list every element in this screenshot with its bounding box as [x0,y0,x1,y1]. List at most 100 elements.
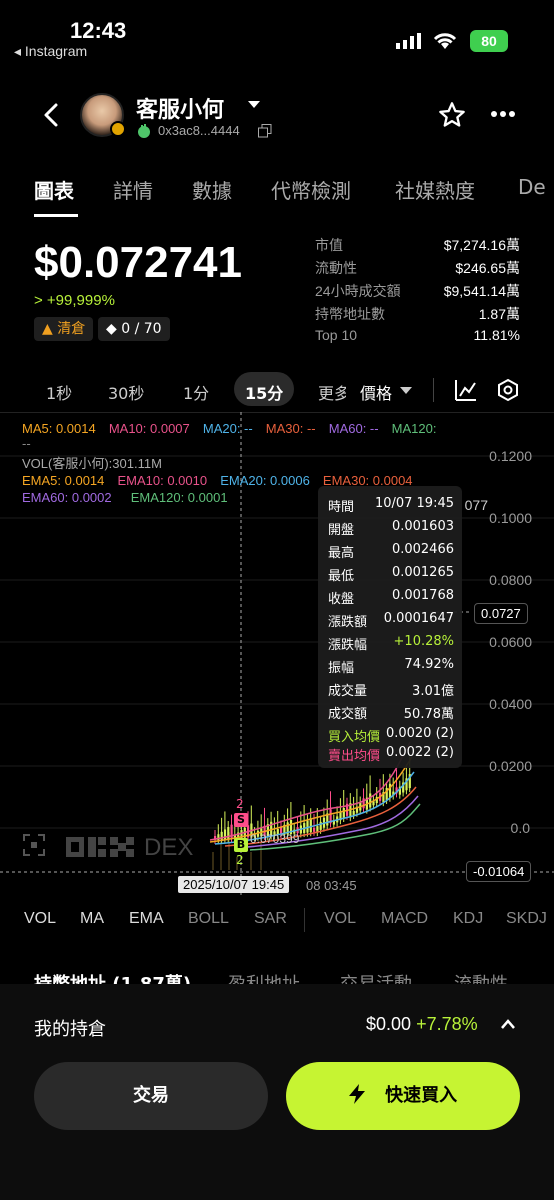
timeframe-30s[interactable]: 30秒 [108,380,144,404]
sell-marker[interactable]: S [234,813,248,827]
tooltip-value: +10.28% [393,634,454,649]
candle [313,827,316,832]
y-axis-label: 0.0400 [489,696,532,712]
candle [319,821,322,830]
candle [316,826,319,833]
holder-tab-liquidity[interactable]: 流動性 [454,970,508,984]
count-badge: ◆ 0 / 70 [98,317,170,341]
indicator-tab-ema[interactable]: EMA [129,910,164,928]
current-price-tag: 0.0727 [474,603,528,624]
more-icon[interactable] [490,110,516,118]
tooltip-value: 0.0020 (2) [385,726,454,741]
tooltip-label: 賣出均價 [328,749,381,764]
hand-icon [138,124,150,138]
tooltip-label: 開盤 [328,523,355,538]
timeframe-1s[interactable]: 1秒 [46,380,72,404]
copy-icon[interactable] [258,124,272,138]
indicator-tab-vol[interactable]: VOL [24,910,56,928]
indicator-tab-ma[interactable]: MA [80,910,104,928]
sell-count: 2 [236,797,244,811]
chart-type-select[interactable]: 價格 [360,380,392,404]
ma120-label: MA120: [391,421,437,436]
ema10-label: EMA10: 0.0010 [117,473,208,488]
y-axis-label: 0.1000 [489,510,532,526]
indicator-tab-sar[interactable]: SAR [254,910,287,928]
timeframe-1m[interactable]: 1分 [183,380,209,404]
caret-down-icon [400,387,412,394]
tab-token-check[interactable]: 代幣檢測 [271,175,351,204]
tooltip-value: 3.01億 [412,684,454,699]
stat-label-mcap: 市值 [315,237,343,253]
quick-buy-button[interactable]: 快速買入 [286,1062,520,1130]
tooltip-value: 0.0001647 [383,611,454,626]
toolbar-divider [433,378,434,402]
indicator-chart-icon[interactable] [454,378,478,402]
timeframe-more[interactable]: 更多 [318,380,346,404]
status-time: 12:43 [70,18,127,43]
active-tab-indicator [34,214,78,217]
tab-chart[interactable]: 圖表 [34,175,74,204]
stat-label-holders: 持幣地址數 [315,306,385,322]
chevron-up-icon[interactable] [500,1018,516,1030]
back-arrow-icon[interactable] [42,102,60,128]
back-to-app-link[interactable]: ◂ Instagram [14,43,87,60]
stat-value-holders: 1.87萬 [478,306,520,322]
holder-tab-addresses[interactable]: 持幣地址 (1.87萬) [34,970,191,984]
indicator-tab-vol-sub[interactable]: VOL [324,910,356,928]
candle [352,810,355,815]
x-axis-label: 08 03:45 [306,878,357,893]
trade-button[interactable]: 交易 [34,1062,268,1130]
star-icon[interactable] [438,101,466,129]
price-change: > +99,999% [34,292,115,309]
tooltip-label: 最高 [328,546,355,561]
dex-watermark: DEX [144,834,194,861]
y-axis-label: 0.0800 [489,572,532,588]
stat-value-mcap: $7,274.16萬 [443,237,520,253]
buy-marker[interactable]: B [234,838,248,852]
ema60-label: EMA60: 0.0002 [22,490,112,505]
tooltip-value: 0.002466 [391,542,454,557]
fullscreen-icon[interactable] [22,833,46,857]
indicator-tab-macd[interactable]: MACD [381,910,428,928]
holder-tab-activity[interactable]: 交易活動 [340,970,412,984]
diamond-icon: ◆ [106,321,117,337]
stat-label-liquidity: 流動性 [315,260,357,276]
chevron-down-icon[interactable] [248,101,260,109]
low-value-label: 70399 [266,832,300,846]
candle [342,808,345,818]
indicator-tab-skdj[interactable]: SKDJ [506,910,547,928]
indicator-tab-divider [304,908,305,932]
ma10-label: MA10: 0.0007 [108,421,190,436]
crosshair-time-label: 2025/10/07 19:45 [178,876,290,893]
indicator-tab-kdj[interactable]: KDJ [453,910,483,928]
tab-details[interactable]: 詳情 [113,175,153,204]
tab-social[interactable]: 社媒熱度 [395,175,475,204]
wifi-icon [433,33,457,49]
holding-label: 我的持倉 [34,1019,106,1040]
holder-tab-profit[interactable]: 盈利地址 [228,970,300,984]
chef-hat-icon: ▲ [42,321,53,337]
indicator-tab-boll[interactable]: BOLL [188,910,229,928]
tooltip-label: 漲跌額 [328,615,368,630]
stat-value-top10: 11.81% [473,327,520,343]
current-price: $0.072741 [34,238,242,287]
tooltip-value: 0.001603 [391,519,454,534]
tab-more[interactable]: De [518,175,546,199]
ema5-label: EMA5: 0.0014 [22,473,105,488]
y-axis-label: 0.1200 [489,448,532,464]
holder-tabs: 持幣地址 (1.87萬) 盈利地址 交易活動 流動性 [34,970,524,984]
tooltip-value: 50.78萬 [403,707,454,722]
okx-logo-icon [66,837,134,857]
candle [309,818,312,833]
tab-data[interactable]: 數據 [192,175,232,204]
ma60-label: MA60: -- [328,421,379,436]
ema120-label: EMA120: 0.0001 [130,490,228,505]
holding-change: +7.78% [416,1014,478,1034]
ma20-label: MA20: -- [202,421,253,436]
ma5-label: MA5: 0.0014 [22,421,96,436]
count-badge-label: 0 / 70 [121,321,162,337]
timeframe-15m[interactable]: 15分 [245,380,283,404]
settings-icon[interactable] [496,378,520,402]
ma30-label: MA30: -- [265,421,316,436]
token-name[interactable]: 客服小何 [136,92,224,124]
